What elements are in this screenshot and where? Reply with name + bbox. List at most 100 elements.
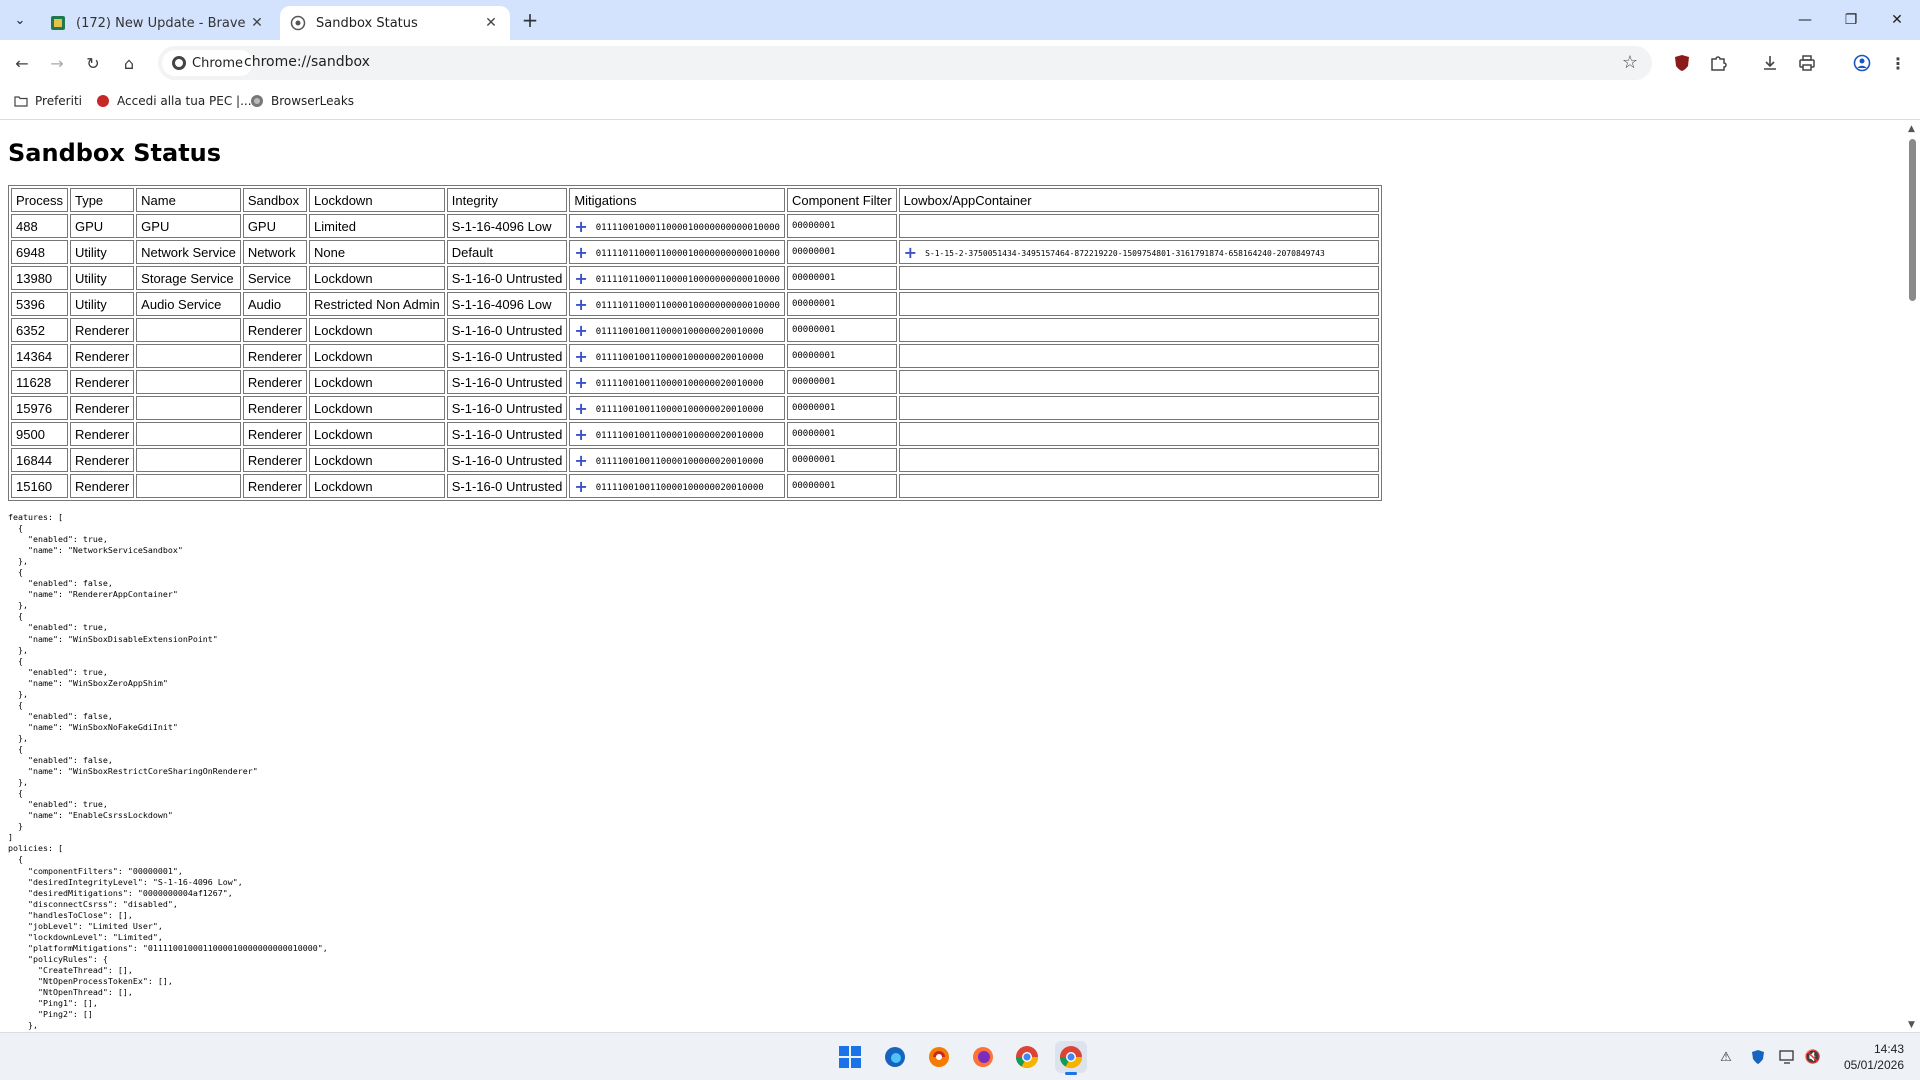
table-cell: Lockdown (309, 266, 445, 290)
expand-plus-icon[interactable]: + (574, 451, 587, 470)
security-shield-icon[interactable] (1748, 1047, 1768, 1067)
table-cell: Renderer (69, 370, 135, 394)
table-body: 488 GPU GPU GPU Limited S-1-16-4096 Low +01111… (11, 214, 1379, 498)
forward-button[interactable]: → (43, 49, 71, 77)
close-window-button[interactable]: ✕ (1874, 0, 1920, 40)
table-cell: Restricted Non Admin (309, 292, 445, 316)
table-cell (136, 370, 241, 394)
system-clock[interactable]: 14:43 05/01/2026 (1844, 1041, 1904, 1073)
new-tab-button[interactable]: + (518, 8, 542, 32)
table-cell: 00000001 (786, 474, 897, 498)
bookmark-browserleaks[interactable]: BrowserLeaks (250, 94, 354, 108)
url-text[interactable]: chrome://sandbox (244, 54, 370, 70)
table-cell: S-1-16-0 Untrusted (446, 396, 568, 420)
active-indicator (1065, 1072, 1077, 1075)
edge-icon[interactable] (879, 1041, 911, 1073)
table-cell (136, 344, 241, 368)
table-row: 16844 Renderer Renderer Lockdown S-1-16-0 Un… (11, 448, 1379, 472)
column-header: Sandbox (242, 188, 308, 212)
table-cell: 00000001 (786, 214, 897, 238)
json-dump: features: [ { "enabled": true, "name": "… (8, 512, 328, 1031)
mitigations-value: 0111100100110000100000020010000 (595, 482, 764, 493)
table-cell: Utility (69, 292, 135, 316)
column-header: Mitigations (569, 188, 785, 212)
volume-muted-icon[interactable]: 🔇 (1803, 1047, 1823, 1067)
table-cell: Renderer (242, 344, 308, 368)
tab-inactive[interactable]: (172) New Update - Brave plans ✕ (40, 6, 276, 40)
ublock-extension-icon[interactable] (1670, 51, 1694, 75)
mitigations-value: 0111101100011000010000000000010000 (595, 300, 780, 311)
table-cell: Storage Service (136, 266, 241, 290)
table-cell: GPU (69, 214, 135, 238)
bookmark-label: Accedi alla tua PEC |... (117, 94, 252, 108)
reload-button[interactable]: ↻ (79, 49, 107, 77)
expand-plus-icon[interactable]: + (574, 399, 587, 418)
bookmark-label: Preferiti (35, 94, 82, 108)
bookmark-star-icon[interactable]: ☆ (1622, 52, 1638, 73)
column-header: Process (11, 188, 68, 212)
expand-plus-icon[interactable]: + (574, 347, 587, 366)
tab-title: Sandbox Status (316, 15, 418, 31)
expand-plus-icon[interactable]: + (574, 321, 587, 340)
table-cell (136, 422, 241, 446)
expand-plus-icon[interactable]: + (904, 243, 917, 262)
scroll-up-arrow-icon[interactable]: ▲ (1908, 124, 1915, 134)
back-button[interactable]: ← (8, 49, 36, 77)
table-cell (898, 292, 1379, 316)
network-icon[interactable] (1777, 1047, 1797, 1067)
tab-active[interactable]: Sandbox Status ✕ (280, 6, 510, 40)
print-icon[interactable] (1795, 51, 1819, 75)
windows-start-icon[interactable] (834, 1041, 866, 1073)
table-cell: Network (242, 240, 308, 264)
chrome-active-icon[interactable] (1055, 1041, 1087, 1075)
tab-search-button[interactable]: ⌄ (8, 8, 32, 32)
table-cell: Lockdown (309, 344, 445, 368)
notification-warning-icon[interactable]: ⚠ (1716, 1047, 1736, 1067)
mitigations-value: 0111100100011000010000000000010000 (595, 222, 780, 233)
expand-plus-icon[interactable]: + (574, 243, 587, 262)
more-menu-icon[interactable]: ⋮ (1886, 51, 1910, 75)
table-cell (898, 266, 1379, 290)
expand-plus-icon[interactable]: + (574, 217, 587, 236)
expand-plus-icon[interactable]: + (574, 295, 587, 314)
profile-avatar-icon[interactable] (1850, 51, 1874, 75)
table-cell: Audio (242, 292, 308, 316)
table-cell: +0111101100011000010000000000010000 (569, 266, 785, 290)
table-cell (136, 318, 241, 342)
firefox-icon[interactable] (967, 1041, 999, 1073)
expand-plus-icon[interactable]: + (574, 477, 587, 496)
vertical-scrollbar[interactable]: ▲ ▼ (1904, 121, 1920, 1032)
table-cell: Renderer (242, 474, 308, 498)
minimize-button[interactable]: — (1782, 0, 1828, 40)
table-cell: S-1-16-0 Untrusted (446, 266, 568, 290)
table-cell: 16844 (11, 448, 68, 472)
table-cell (136, 396, 241, 420)
scrollbar-thumb[interactable] (1909, 139, 1916, 301)
restore-button[interactable]: ❐ (1828, 0, 1874, 40)
download-icon[interactable] (1758, 51, 1782, 75)
table-cell: 11628 (11, 370, 68, 394)
chrome-icon[interactable] (1011, 1041, 1043, 1073)
table-cell: +0111100100011000010000000000010000 (569, 214, 785, 238)
scroll-down-arrow-icon[interactable]: ▼ (1908, 1020, 1915, 1030)
tab-close-icon[interactable]: ✕ (248, 14, 266, 32)
table-cell (898, 318, 1379, 342)
mitigations-value: 0111101100011000010000000000010000 (595, 274, 780, 285)
app-icon[interactable] (923, 1041, 955, 1073)
table-cell (136, 448, 241, 472)
table-cell: Audio Service (136, 292, 241, 316)
table-cell: Renderer (69, 474, 135, 498)
table-row: 6352 Renderer Renderer Lockdown S-1-16-0 Unt… (11, 318, 1379, 342)
bookmark-pec[interactable]: Accedi alla tua PEC |... (96, 94, 252, 108)
extensions-puzzle-icon[interactable] (1706, 51, 1730, 75)
tab-close-icon[interactable]: ✕ (482, 14, 500, 32)
home-button[interactable]: ⌂ (115, 49, 143, 77)
table-cell: S-1-16-4096 Low (446, 214, 568, 238)
address-bar[interactable]: Chrome chrome://sandbox ☆ (158, 46, 1652, 80)
table-cell (136, 474, 241, 498)
site-info-chip[interactable]: Chrome (162, 50, 253, 76)
bookmark-preferiti[interactable]: Preferiti (14, 94, 82, 108)
expand-plus-icon[interactable]: + (574, 373, 587, 392)
expand-plus-icon[interactable]: + (574, 269, 587, 288)
expand-plus-icon[interactable]: + (574, 425, 587, 444)
